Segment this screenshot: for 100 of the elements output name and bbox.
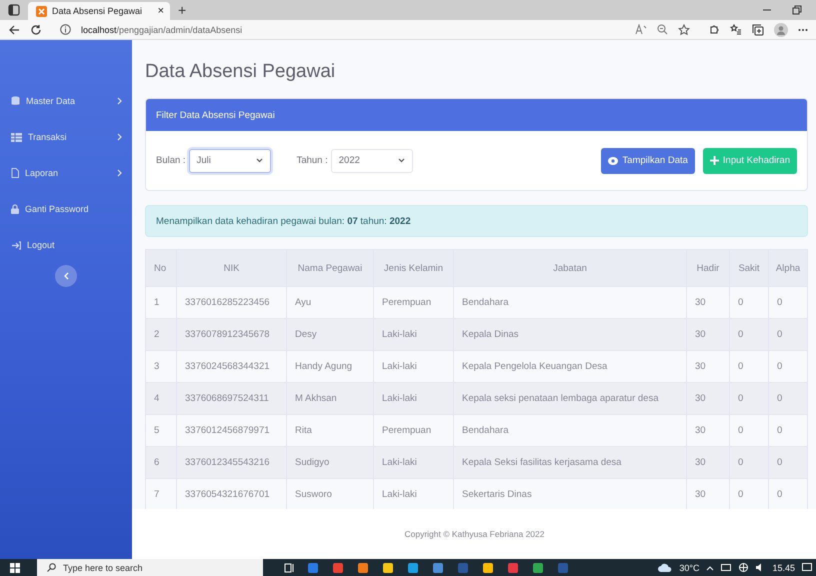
- show-data-button[interactable]: Tampilkan Data: [601, 148, 695, 174]
- table-cell: 3: [146, 350, 176, 382]
- eye-icon: [608, 156, 618, 164]
- table-cell: 0: [730, 382, 768, 414]
- month-select[interactable]: Juli: [188, 148, 271, 172]
- column-header: Jabatan: [454, 250, 686, 286]
- column-header: NIK: [176, 250, 286, 286]
- table-cell: Desy: [286, 318, 374, 350]
- column-header: No: [146, 250, 176, 286]
- taskbar-app-icon[interactable]: [357, 562, 369, 574]
- table-cell: 3376012345543216: [176, 446, 286, 478]
- table-cell: 0: [730, 350, 768, 382]
- taskbar-app-icon[interactable]: [482, 562, 494, 574]
- chevron-right-icon: [117, 133, 122, 141]
- browser-tab[interactable]: Data Absensi Pegawai ×: [28, 2, 170, 20]
- table-cell: Laki-laki: [374, 478, 454, 509]
- column-header: Alpha: [768, 250, 808, 286]
- favorites-list-icon[interactable]: [730, 24, 742, 36]
- table-cell: 1: [146, 286, 176, 318]
- table-icon: [11, 132, 22, 142]
- table-cell: 0: [768, 478, 808, 509]
- table-cell: Laki-laki: [374, 318, 454, 350]
- taskbar-app-icon[interactable]: [332, 562, 344, 574]
- clock-text[interactable]: 15.45: [772, 562, 795, 572]
- table-cell: Susworo: [286, 478, 374, 509]
- tab-actions-icon[interactable]: [8, 4, 20, 16]
- restore-icon[interactable]: [792, 5, 802, 15]
- table-cell: 3376024568344321: [176, 350, 286, 382]
- zoom-icon[interactable]: [657, 24, 668, 35]
- database-icon: [11, 96, 20, 106]
- table-cell: 30: [686, 286, 730, 318]
- back-icon[interactable]: [8, 24, 20, 36]
- table-cell: M Akhsan: [286, 382, 374, 414]
- table-cell: 0: [768, 382, 808, 414]
- table-cell: 30: [686, 382, 730, 414]
- taskbar-search-field[interactable]: Type here to search: [37, 559, 263, 576]
- sidebar-item[interactable]: Logout: [0, 227, 132, 263]
- taskbar-app-icon[interactable]: [382, 562, 394, 574]
- table-cell: 0: [768, 286, 808, 318]
- taskbar-app-icon[interactable]: [407, 562, 419, 574]
- collections-icon[interactable]: [752, 24, 764, 36]
- favorite-star-icon[interactable]: [678, 24, 690, 36]
- windows-start-icon[interactable]: [10, 562, 20, 572]
- table-cell: 5: [146, 414, 176, 446]
- table-cell: 3376068697524311: [176, 382, 286, 414]
- new-tab-button[interactable]: +: [178, 2, 186, 18]
- copyright-text: Copyright © Kathyusa Febriana 2022: [404, 529, 544, 539]
- table-cell: Handy Agung: [286, 350, 374, 382]
- info-icon[interactable]: [60, 24, 71, 35]
- year-select[interactable]: 2022: [330, 148, 413, 172]
- search-icon: [47, 563, 56, 572]
- globe-icon[interactable]: [739, 563, 748, 572]
- tab-title: Data Absensi Pegawai: [52, 6, 142, 16]
- tray-chevron-icon[interactable]: [706, 564, 714, 570]
- taskbar-app-icon[interactable]: [532, 562, 544, 574]
- table-cell: Kepala Dinas: [454, 318, 686, 350]
- cloud-icon: [658, 563, 672, 572]
- table-cell: 0: [730, 414, 768, 446]
- task-view-icon[interactable]: [284, 562, 294, 572]
- table-cell: 4: [146, 382, 176, 414]
- page-title: Data Absensi Pegawai: [145, 60, 336, 84]
- sidebar-item[interactable]: Transaksi: [0, 119, 132, 155]
- table-cell: Sudigyo: [286, 446, 374, 478]
- table-cell: 0: [768, 318, 808, 350]
- weather-text: 30°C: [679, 562, 700, 572]
- lock-icon: [11, 204, 19, 214]
- profile-icon[interactable]: [774, 22, 788, 36]
- table-cell: 30: [686, 414, 730, 446]
- sidebar-item[interactable]: Master Data: [0, 83, 132, 119]
- sidebar-toggle-button[interactable]: [55, 265, 77, 287]
- table-cell: 7: [146, 478, 176, 509]
- table-cell: 3376012456879971: [176, 414, 286, 446]
- more-icon[interactable]: [798, 28, 808, 32]
- read-aloud-icon[interactable]: [635, 24, 647, 35]
- alert-text: Menampilkan data kehadiran pegawai bulan: 07 tahun: 2022: [156, 216, 411, 226]
- table-cell: Bendahara: [454, 286, 686, 318]
- table-cell: 0: [768, 350, 808, 382]
- extensions-icon[interactable]: [708, 24, 720, 36]
- taskbar-app-icon[interactable]: [432, 562, 444, 574]
- notification-icon[interactable]: [802, 562, 812, 572]
- table-cell: Sekertaris Dinas: [454, 478, 686, 509]
- table-cell: 0: [730, 286, 768, 318]
- table-cell: 0: [768, 446, 808, 478]
- card-title: Filter Data Absensi Pegawai: [156, 110, 275, 120]
- document-icon: [11, 168, 19, 178]
- tab-close-button[interactable]: ×: [158, 5, 164, 17]
- battery-icon[interactable]: [721, 564, 732, 571]
- year-label: Tahun :: [296, 155, 328, 166]
- sidebar-item[interactable]: Laporan: [0, 155, 132, 191]
- column-header: Hadir: [686, 250, 730, 286]
- table-cell: 6: [146, 446, 176, 478]
- refresh-icon[interactable]: [30, 24, 42, 36]
- table-cell: 0: [730, 446, 768, 478]
- chevron-right-icon: [117, 97, 122, 105]
- table-cell: Laki-laki: [374, 350, 454, 382]
- table-cell: Ayu: [286, 286, 374, 318]
- table-cell: 2: [146, 318, 176, 350]
- sidebar-item[interactable]: Ganti Password: [0, 191, 132, 227]
- column-header: Sakit: [730, 250, 768, 286]
- table-cell: 3376016285223456: [176, 286, 286, 318]
